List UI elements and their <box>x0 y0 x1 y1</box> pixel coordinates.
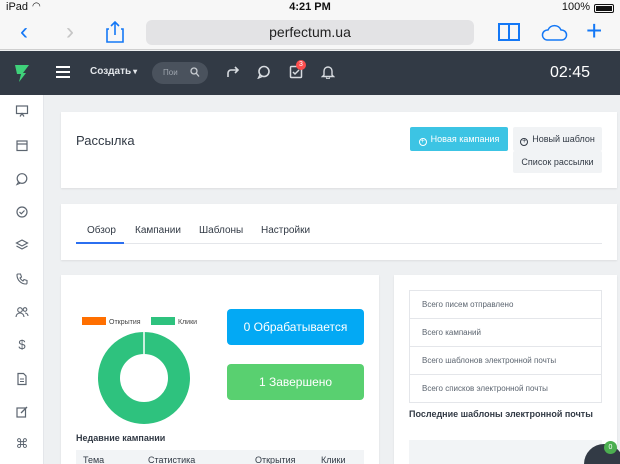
command-icon[interactable]: ⌘ <box>15 437 29 451</box>
tab-campaigns[interactable]: Кампании <box>135 225 181 236</box>
bookmarks-icon[interactable] <box>498 22 520 42</box>
phone-icon[interactable] <box>15 272 29 286</box>
column-header-stats[interactable]: Статистика <box>148 455 195 464</box>
legend-item-clicks[interactable]: Клики <box>151 317 197 326</box>
summary-row-lists: Всего списков электронной почты <box>409 374 602 403</box>
bell-icon[interactable] <box>321 65 335 79</box>
share-icon[interactable] <box>106 21 124 43</box>
chat-icon[interactable] <box>15 172 29 186</box>
column-header-clicks[interactable]: Клики <box>321 455 346 464</box>
sidebar: $ ⌘ <box>0 95 44 464</box>
legend-label-opens: Открытия <box>109 319 141 326</box>
app-header: Создать ▾ Пои 3 02:45 <box>0 51 620 95</box>
new-template-label: Новый шаблон <box>532 134 595 144</box>
users-icon[interactable] <box>15 305 29 319</box>
tabs-divider <box>76 243 602 244</box>
dashboard-icon[interactable] <box>15 104 29 118</box>
new-tab-icon[interactable]: + <box>586 16 602 46</box>
share-arrow-icon[interactable] <box>226 65 240 79</box>
back-icon[interactable]: ‹ <box>20 19 28 45</box>
legend-label-clicks: Клики <box>178 319 198 326</box>
completed-stat-button[interactable]: 1 Завершено <box>227 364 364 400</box>
chat-icon[interactable] <box>257 65 271 79</box>
create-dropdown[interactable]: Создать ▾ <box>90 66 137 77</box>
app-logo[interactable] <box>14 63 30 83</box>
dollar-icon[interactable]: $ <box>15 338 29 352</box>
recent-campaigns-table-header: Тема Статистика Открытия Клики <box>76 450 364 464</box>
search-placeholder: Пои <box>163 68 178 77</box>
tabs-card: Обзор Кампании Шаблоны Настройки <box>61 204 617 260</box>
recent-templates-title: Последние шаблоны электронной почты <box>409 409 593 419</box>
menu-icon[interactable] <box>56 66 70 78</box>
battery-icon <box>594 4 614 13</box>
check-circle-icon[interactable] <box>15 205 29 219</box>
new-campaign-label: Новая кампания <box>430 134 500 144</box>
calendar-icon[interactable] <box>15 138 29 152</box>
legend-swatch-clicks <box>151 317 175 325</box>
tab-overview[interactable]: Обзор <box>87 225 116 236</box>
chevron-down-icon: ▾ <box>133 67 138 76</box>
address-bar[interactable]: perfectum.ua <box>146 20 474 45</box>
layers-icon[interactable] <box>15 238 29 252</box>
donut-chart <box>98 332 190 424</box>
edit-icon[interactable] <box>15 405 29 419</box>
browser-toolbar: ‹ › perfectum.ua + <box>0 16 620 50</box>
page-title: Рассылка <box>76 133 135 148</box>
help-badge: 0 <box>604 441 617 454</box>
summary-row-campaigns: Всего кампаний <box>409 318 602 347</box>
tab-templates[interactable]: Шаблоны <box>199 225 243 236</box>
page-header-card: Рассылка + Новая кампания + Новый шаблон С… <box>61 112 617 188</box>
mailing-list-button[interactable]: Список рассылки <box>513 151 602 173</box>
legend-swatch-opens <box>82 317 106 325</box>
search-icon[interactable] <box>190 67 200 78</box>
plus-circle-icon: + <box>520 138 529 146</box>
processing-stat-button[interactable]: 0 Обрабатывается <box>227 309 364 345</box>
summary-card: Всего писем отправлено Всего кампаний Вс… <box>394 275 617 464</box>
search-input[interactable]: Пои <box>152 62 208 84</box>
ios-status-bar: iPad ◠ 4:21 PM 100% <box>0 0 620 16</box>
forward-icon[interactable]: › <box>66 19 74 45</box>
recent-campaigns-title: Недавние кампании <box>76 433 166 443</box>
summary-row-emails-sent: Всего писем отправлено <box>409 290 602 319</box>
tab-settings[interactable]: Настройки <box>261 225 310 236</box>
cloud-tabs-icon[interactable] <box>540 22 568 42</box>
battery-percent: 100% <box>561 1 590 13</box>
active-tab-indicator <box>76 242 124 244</box>
new-campaign-button[interactable]: + Новая кампания <box>410 127 508 151</box>
column-header-subject[interactable]: Тема <box>83 455 104 464</box>
header-clock: 02:45 <box>549 64 590 81</box>
tasks-badge: 3 <box>296 60 306 70</box>
summary-row-templates: Всего шаблонов электронной почты <box>409 346 602 375</box>
new-template-button[interactable]: + Новый шаблон <box>513 127 602 151</box>
column-header-opens[interactable]: Открытия <box>255 455 296 464</box>
overview-chart-card: Открытия Клики 0 Обрабатывается 1 Заверш… <box>61 275 379 464</box>
plus-circle-icon: + <box>418 138 427 146</box>
document-icon[interactable] <box>15 372 29 386</box>
status-time: 4:21 PM <box>289 1 331 13</box>
create-label: Создать <box>90 66 132 77</box>
recent-templates-table-header <box>409 440 602 464</box>
legend-item-opens[interactable]: Открытия <box>82 317 141 326</box>
